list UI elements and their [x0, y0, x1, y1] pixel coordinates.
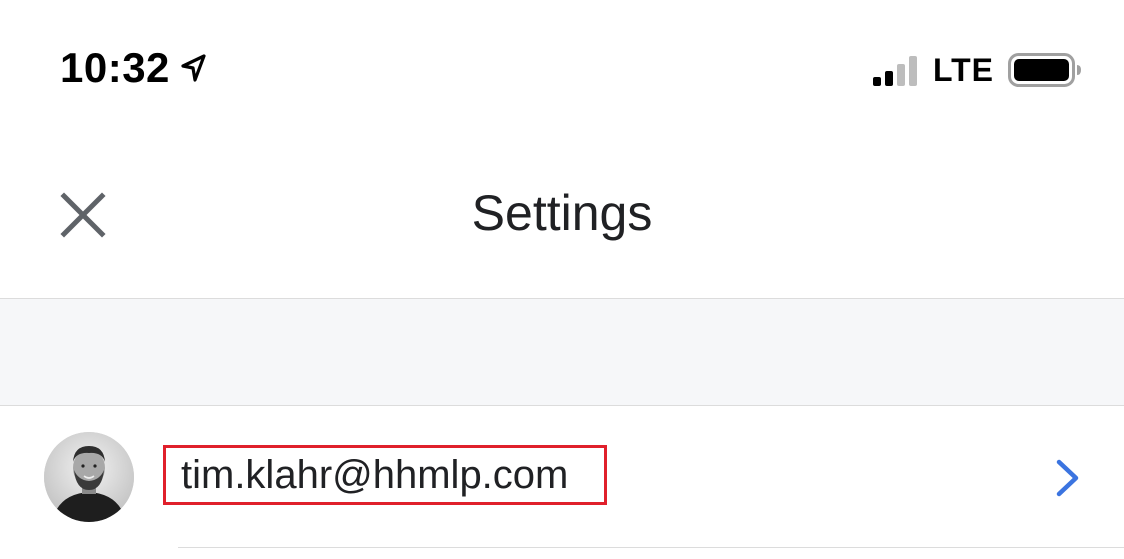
status-time-group: 10:32 [60, 42, 206, 94]
row-divider [178, 547, 1124, 548]
settings-screen: 10:32 LTE Settings tim.klahr@hhmlp.com [0, 0, 1124, 559]
status-time: 10:32 [60, 44, 170, 91]
account-row[interactable]: tim.klahr@hhmlp.com [0, 406, 1124, 548]
section-spacer [0, 299, 1124, 406]
account-email-highlight: tim.klahr@hhmlp.com [163, 445, 607, 505]
avatar [44, 432, 134, 522]
status-bar: 10:32 LTE [0, 0, 1124, 130]
location-arrow-icon [180, 53, 206, 83]
chevron-right-icon [1056, 459, 1079, 497]
page-title: Settings [471, 185, 653, 241]
network-type-label: LTE [932, 51, 994, 88]
profile-photo [44, 432, 134, 522]
app-header: Settings [0, 130, 1124, 299]
cellular-signal-icon [872, 54, 923, 86]
account-email: tim.klahr@hhmlp.com [181, 452, 569, 497]
status-right-group: LTE [872, 50, 1082, 90]
battery-icon [1008, 52, 1082, 88]
